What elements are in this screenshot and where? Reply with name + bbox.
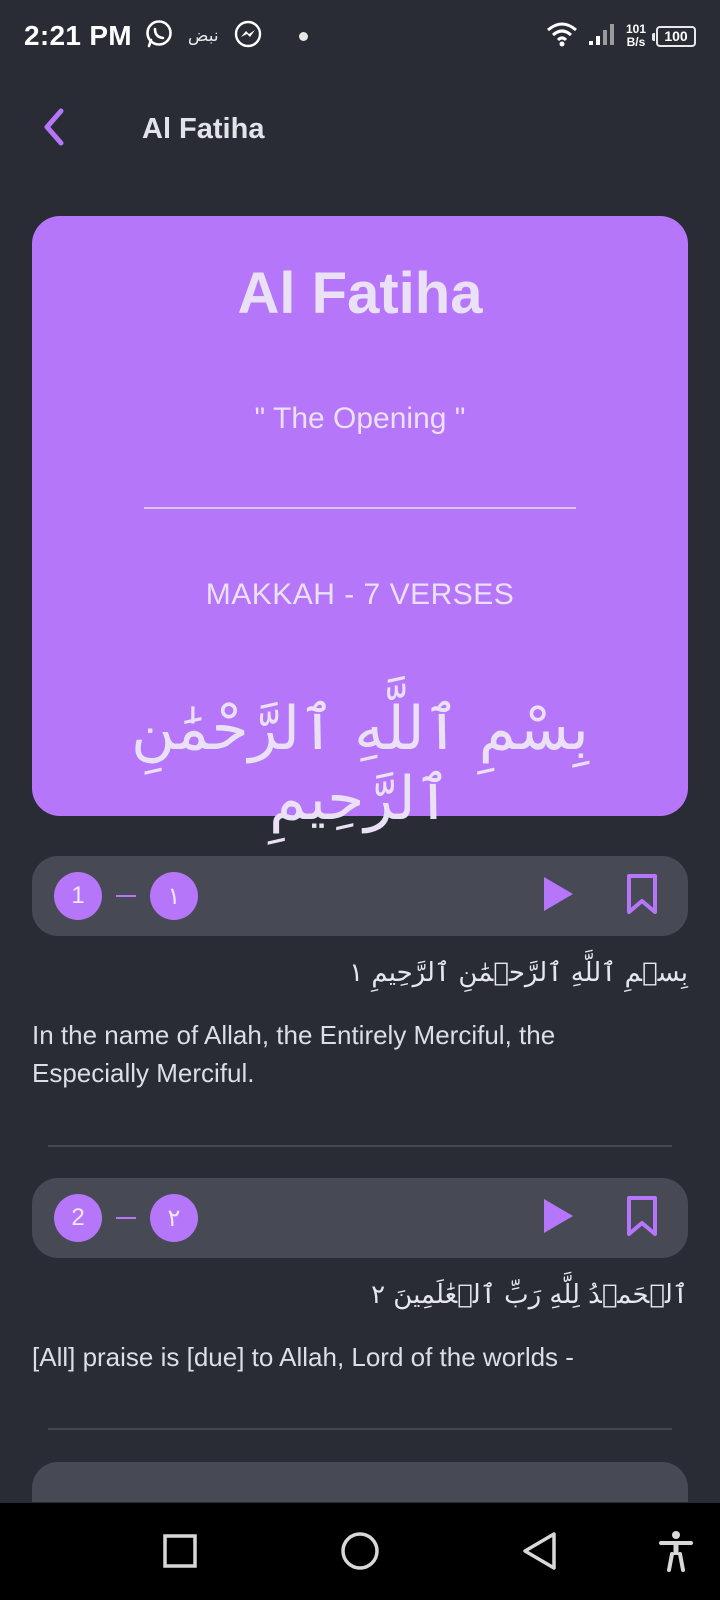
surah-info: MAKKAH - 7 VERSES [205, 578, 515, 611]
verse-header: 1 ١ [32, 856, 688, 936]
verse-header: 2 ٢ [32, 1178, 688, 1258]
accessibility-button[interactable] [646, 1523, 706, 1583]
bookmark-button[interactable] [622, 1194, 662, 1242]
back-button[interactable] [22, 97, 86, 161]
back-nav-button[interactable] [510, 1523, 570, 1583]
notification-text: نبض [187, 26, 219, 46]
page-title: Al Fatiha [142, 112, 265, 145]
play-icon [541, 875, 575, 918]
verse-header-partial [32, 1462, 688, 1502]
square-icon [162, 1533, 198, 1574]
battery-indicator: 100 [652, 25, 696, 47]
verse-number-arabic-badge: ٢ [150, 1194, 198, 1242]
messenger-icon [233, 19, 263, 54]
bookmark-icon [626, 1195, 658, 1242]
net-speed: 101 B/s [626, 23, 646, 49]
verse-translation: In the name of Allah, the Entirely Merci… [32, 1020, 556, 1088]
verse-arabic-text: بِسۡمِ ٱللَّهِ ٱلرَّحۡمَٰنِ ٱلرَّحِيمِ ١ [349, 958, 688, 988]
play-button[interactable] [538, 872, 578, 920]
notification-dot [298, 31, 308, 41]
verse-number-arabic-badge: ١ [150, 872, 198, 920]
system-nav-bar [0, 1503, 720, 1600]
divider [144, 507, 576, 509]
verse-divider [48, 1145, 672, 1147]
wifi-icon [546, 21, 578, 52]
whatsapp-icon [144, 19, 174, 54]
status-bar: 2:21 PM نبض 101 B/s 100 [0, 0, 720, 72]
accessibility-icon [658, 1530, 694, 1577]
play-button[interactable] [538, 1194, 578, 1242]
signal-icon [588, 22, 616, 51]
triangle-back-icon [521, 1531, 559, 1576]
play-icon [541, 1197, 575, 1240]
bookmark-button[interactable] [622, 872, 662, 920]
verse-translation: [All] praise is [due] to Allah, Lord of … [32, 1342, 574, 1372]
verse-number-badge: 2 [54, 1194, 102, 1242]
app-bar: Al Fatiha [0, 86, 720, 172]
circle-icon [339, 1530, 381, 1577]
verse-arabic-text: ٱلۡحَمۡدُ لِلَّهِ رَبِّ ٱلۡعَٰلَمِينَ ٢ [371, 1280, 688, 1310]
dash [116, 1217, 136, 1219]
dash [116, 895, 136, 897]
surah-name: Al Fatiha [237, 261, 483, 326]
verse-number-badge: 1 [54, 872, 102, 920]
battery-level: 100 [664, 28, 688, 44]
recents-button[interactable] [150, 1523, 210, 1583]
chevron-left-icon [39, 107, 69, 152]
surah-header-card: Al Fatiha " The Opening " MAKKAH - 7 VER… [32, 216, 688, 834]
net-speed-unit: B/s [626, 35, 646, 49]
surah-meaning: " The Opening " [254, 402, 466, 435]
home-button[interactable] [330, 1523, 390, 1583]
bismillah: بِسْمِ ٱللَّهِ ٱلرَّحْمَٰنِ ٱلرَّحِيمِ [131, 694, 589, 834]
bookmark-icon [626, 873, 658, 920]
status-time: 2:21 PM [24, 20, 132, 51]
verse-divider [48, 1428, 672, 1430]
